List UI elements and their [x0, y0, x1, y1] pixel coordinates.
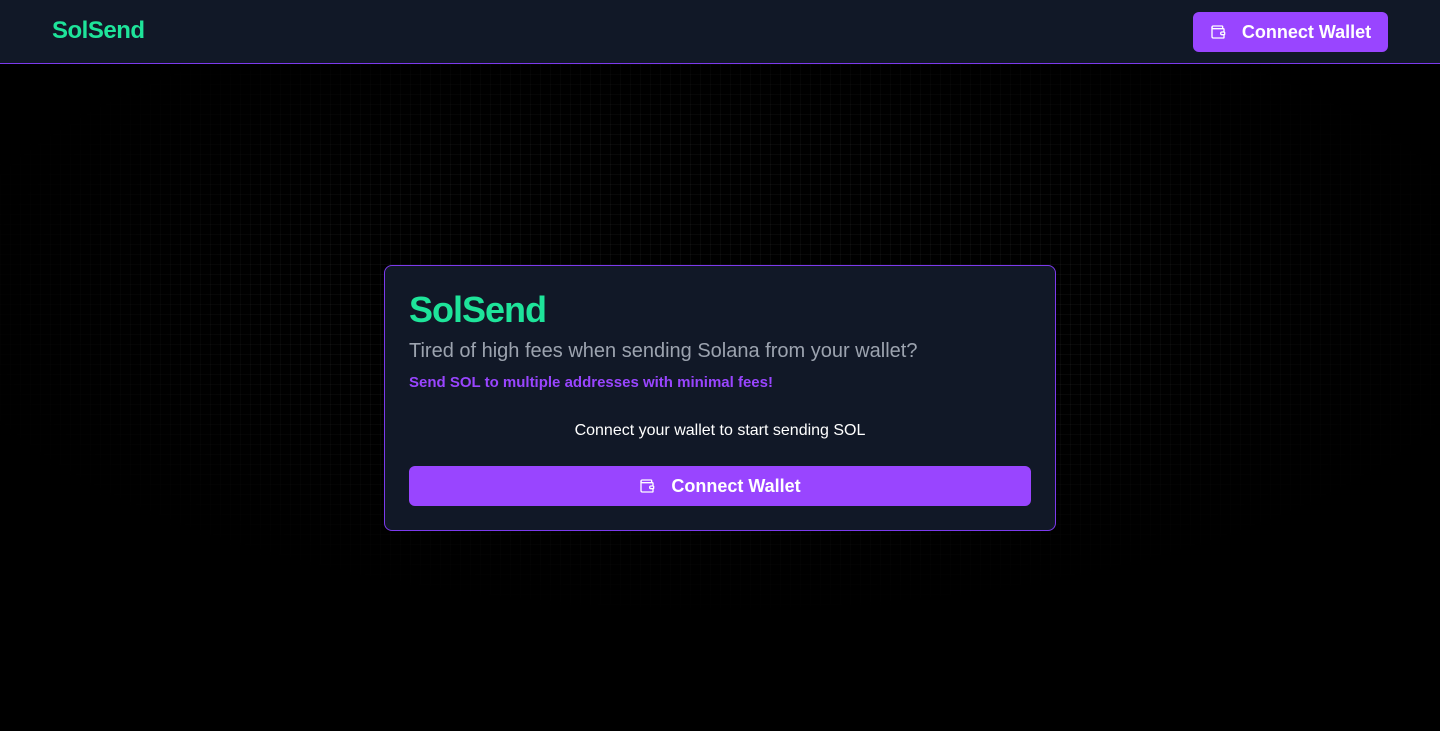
brand-logo[interactable]: SolSend — [52, 17, 145, 45]
card-connect-wallet-button[interactable]: Connect Wallet — [409, 466, 1031, 506]
card-subtitle: Tired of high fees when sending Solana f… — [409, 340, 918, 362]
wallet-icon — [1210, 24, 1226, 40]
card-connect-wallet-label: Connect Wallet — [671, 475, 801, 496]
card-title: SolSend — [409, 289, 547, 330]
connect-card: SolSend Tired of high fees when sending … — [384, 265, 1056, 531]
navbar-connect-wallet-label: Connect Wallet — [1241, 21, 1372, 42]
wallet-icon — [639, 478, 655, 494]
card-accent-text: Send SOL to multiple addresses with mini… — [409, 374, 773, 391]
connect-prompt: Connect your wallet to start sending SOL — [574, 422, 866, 439]
navbar: SolSend Connect Wallet — [0, 0, 1440, 64]
navbar-connect-wallet-button[interactable]: Connect Wallet — [1193, 12, 1388, 52]
